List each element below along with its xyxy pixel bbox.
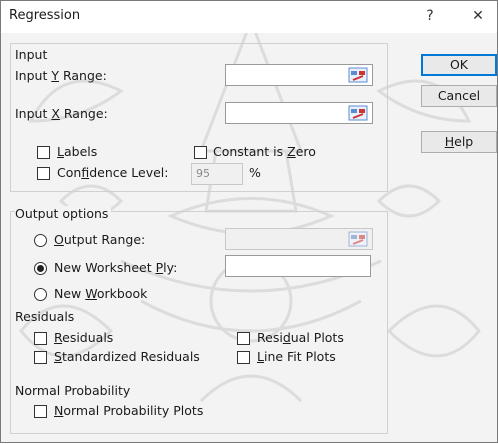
confidence-unit: %	[249, 165, 261, 180]
input-x-range-label: Input X Range:	[15, 106, 108, 121]
range-selector-icon[interactable]	[348, 104, 368, 122]
regression-dialog: Regression ? ✕ Input Input Y Range: Inpu…	[0, 0, 498, 443]
standardized-residuals-checkbox[interactable]	[34, 351, 47, 364]
range-selector-icon[interactable]	[348, 230, 368, 248]
input-group-label: Input	[15, 47, 48, 62]
residual-plots-checkbox[interactable]	[237, 332, 250, 345]
new-worksheet-radio[interactable]	[34, 262, 47, 275]
confidence-level-field[interactable]: 95	[191, 163, 243, 185]
residuals-label: Residuals	[54, 330, 114, 345]
residuals-group-label: Residuals	[15, 309, 75, 324]
normal-probability-plots-label: Normal Probability Plots	[54, 403, 204, 418]
line-fit-plots-checkbox[interactable]	[237, 351, 250, 364]
output-range-radio[interactable]	[34, 234, 47, 247]
new-worksheet-label: New Worksheet Ply:	[54, 260, 178, 275]
constant-zero-checkbox[interactable]	[194, 146, 207, 159]
constant-zero-label: Constant is Zero	[213, 144, 316, 159]
labels-checkbox-label: Labels	[57, 144, 98, 159]
output-options-label: Output options	[15, 206, 112, 221]
help-button[interactable]: Help	[421, 131, 497, 153]
labels-checkbox[interactable]	[37, 146, 50, 159]
normal-probability-plots-checkbox[interactable]	[34, 405, 47, 418]
input-y-range-label: Input Y Range:	[15, 68, 107, 83]
new-workbook-radio[interactable]	[34, 288, 47, 301]
standardized-residuals-label: Standardized Residuals	[54, 349, 200, 364]
line-fit-plots-label: Line Fit Plots	[257, 349, 336, 364]
new-workbook-label: New Workbook	[54, 286, 148, 301]
residuals-checkbox[interactable]	[34, 332, 47, 345]
confidence-level-label: Confidence Level:	[57, 165, 169, 180]
cancel-button[interactable]: Cancel	[421, 85, 497, 107]
close-icon[interactable]: ✕	[465, 5, 491, 27]
new-worksheet-field[interactable]	[225, 255, 371, 277]
residual-plots-label: Residual Plots	[257, 330, 344, 345]
dialog-title: Regression	[9, 8, 81, 23]
ok-button[interactable]: OK	[421, 54, 497, 76]
confidence-level-checkbox[interactable]	[37, 167, 50, 180]
help-icon[interactable]: ?	[417, 5, 443, 27]
normal-probability-group-label: Normal Probability	[15, 383, 131, 398]
title-bar: Regression ? ✕	[1, 1, 497, 33]
output-range-label: Output Range:	[54, 232, 146, 247]
range-selector-icon[interactable]	[348, 66, 368, 84]
